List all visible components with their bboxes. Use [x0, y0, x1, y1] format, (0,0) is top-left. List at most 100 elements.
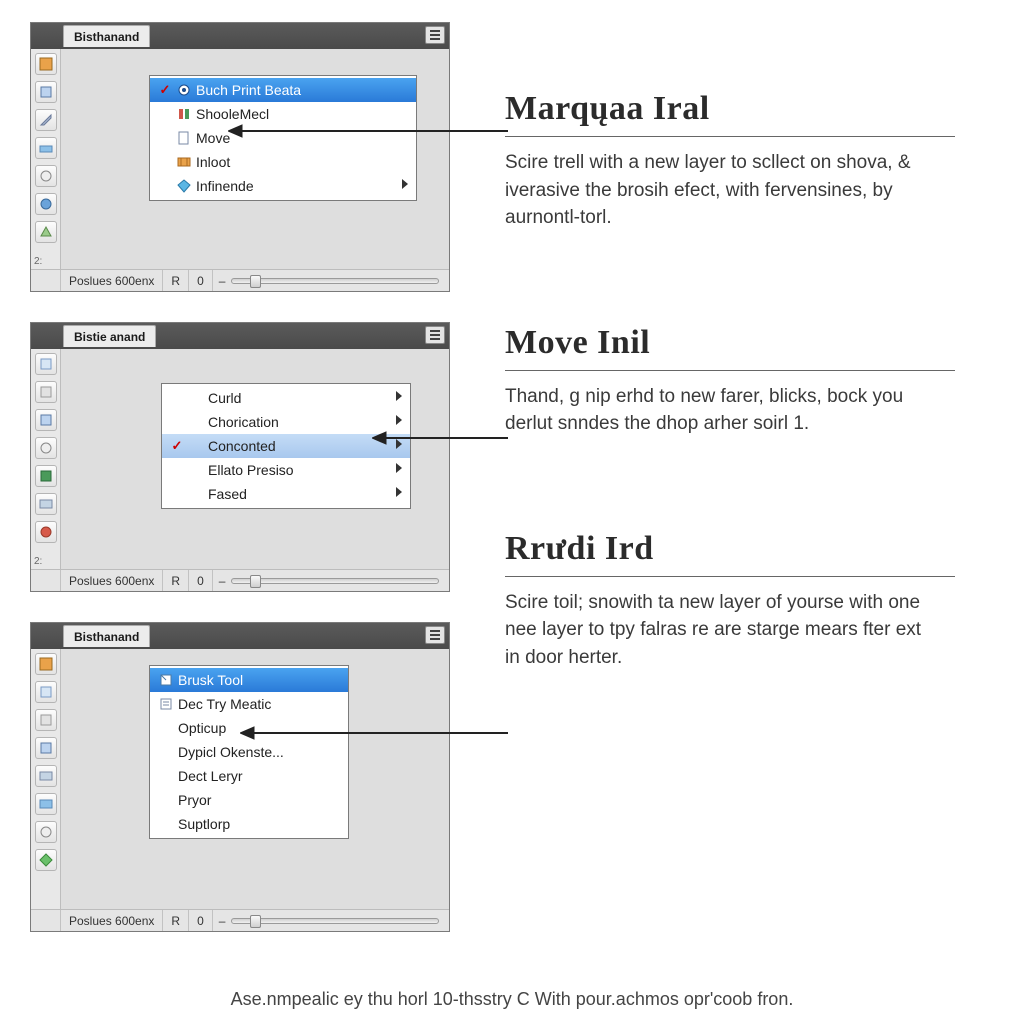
menu-item[interactable]: ✓ Buch Print Beata — [150, 78, 416, 102]
tool-icon[interactable] — [35, 353, 57, 375]
dropdown-menu: Brusk Tool Dec Try Meatic Opticup Dypicl… — [149, 665, 349, 839]
menu-item-label: Curld — [206, 390, 390, 406]
tool-icon[interactable] — [35, 109, 57, 131]
divider — [505, 576, 955, 577]
zoom-slider[interactable]: – — [213, 574, 449, 588]
info-title: Marqųaa Iral — [505, 90, 955, 128]
menu-item-label: Dypicl Okenste... — [176, 744, 328, 760]
tool-icon[interactable] — [35, 737, 57, 759]
panel-tab[interactable]: Bisthanand — [63, 625, 150, 647]
divider — [505, 136, 955, 137]
menu-item[interactable]: Ellato Presiso — [162, 458, 410, 482]
info-title: Rrưdi Ird — [505, 530, 955, 568]
tool-icon[interactable] — [35, 221, 57, 243]
status-mid: R — [163, 910, 189, 931]
submenu-arrow-icon — [396, 463, 402, 473]
tool-icon[interactable] — [35, 793, 57, 815]
tool-icon[interactable] — [35, 681, 57, 703]
arrow-3 — [240, 726, 508, 740]
toolbar — [31, 349, 61, 569]
tool-icon[interactable] — [35, 81, 57, 103]
menu-item[interactable]: ShooleMecl — [150, 102, 416, 126]
menu-item[interactable]: Suptlorp — [150, 812, 348, 836]
panel-1: Bisthanand 2: Poslues 600enx R 0 – — [30, 22, 450, 292]
corner-number: 2: — [34, 556, 42, 567]
menu-item-label: Conconted — [206, 438, 390, 454]
menu-item-label: Inloot — [194, 154, 396, 170]
menu-item[interactable]: Dec Try Meatic — [150, 692, 348, 716]
panel-tab[interactable]: Bisthanand — [63, 25, 150, 47]
menu-item[interactable]: Inloot — [150, 150, 416, 174]
tool-icon[interactable] — [35, 765, 57, 787]
status-mid: R — [163, 570, 189, 591]
tool-icon[interactable] — [35, 437, 57, 459]
tool-icon[interactable] — [35, 53, 57, 75]
tool-icon[interactable] — [35, 709, 57, 731]
menu-item[interactable]: Pryor — [150, 788, 348, 812]
menu-item[interactable]: Infinende — [150, 174, 416, 198]
footnote: Ase.nmpealic ey thu horl 10-thsstry C Wi… — [0, 989, 1024, 1010]
info-title: Move Inil — [505, 324, 955, 362]
tool-icon[interactable] — [35, 653, 57, 675]
panels-column: Bisthanand 2: Poslues 600enx R 0 – — [30, 22, 450, 962]
menu-item[interactable]: Curld — [162, 386, 410, 410]
statusbar: Poslues 600enx R 0 – — [31, 269, 449, 291]
corner-number: 2: — [34, 256, 42, 267]
tool-icon[interactable] — [35, 165, 57, 187]
panel-menu-button[interactable] — [425, 26, 445, 44]
diamond-icon — [174, 179, 194, 193]
info-body: Scire trell with a new layer to scllect … — [505, 149, 925, 232]
toolbar — [31, 649, 61, 909]
menu-item[interactable]: Fased — [162, 482, 410, 506]
tool-icon[interactable] — [35, 381, 57, 403]
statusbar: Poslues 600enx R 0 – — [31, 569, 449, 591]
film-icon — [174, 155, 194, 169]
menu-item-label: Ellato Presiso — [206, 462, 390, 478]
tool-icon[interactable] — [35, 821, 57, 843]
zoom-slider[interactable]: – — [213, 914, 449, 928]
info-column: Marqųaa Iral Scire trell with a new laye… — [505, 90, 955, 763]
check-icon: ✓ — [168, 438, 186, 454]
info-body: Scire toil; snowith ta new layer of your… — [505, 589, 925, 672]
titlebar: Bisthanand — [31, 623, 449, 649]
status-left: Poslues 600enx — [61, 570, 163, 591]
status-val: 0 — [189, 910, 213, 931]
menu-item-label: Brusk Tool — [176, 672, 328, 688]
list-icon — [156, 697, 176, 711]
menu-item-label: Dec Try Meatic — [176, 696, 328, 712]
tool-icon[interactable] — [35, 137, 57, 159]
target-icon — [174, 83, 194, 97]
tool-icon[interactable] — [35, 493, 57, 515]
panel-tab[interactable]: Bistie anand — [63, 325, 156, 347]
panel-3: Bisthanand Poslues 600enx R 0 – — [30, 622, 450, 932]
menu-item-label: Chorication — [206, 414, 390, 430]
submenu-arrow-icon — [396, 415, 402, 425]
check-icon: ✓ — [156, 82, 174, 98]
panel-menu-button[interactable] — [425, 626, 445, 644]
menu-item[interactable]: Brusk Tool — [150, 668, 348, 692]
page-icon — [156, 673, 176, 687]
status-left: Poslues 600enx — [61, 910, 163, 931]
panel-menu-button[interactable] — [425, 326, 445, 344]
status-left: Poslues 600enx — [61, 270, 163, 291]
menu-item-label: ShooleMecl — [194, 106, 396, 122]
submenu-arrow-icon — [396, 487, 402, 497]
menu-item[interactable]: Dect Leryr — [150, 764, 348, 788]
menu-item-label: Infinende — [194, 178, 396, 194]
menu-item-label: Dect Leryr — [176, 768, 328, 784]
panel-2: Bistie anand 2: Poslues 600enx R 0 – — [30, 322, 450, 592]
menu-item[interactable]: Dypicl Okenste... — [150, 740, 348, 764]
info-body: Thand, g nip erhd to new farer, blicks, … — [505, 383, 925, 438]
titlebar: Bisthanand — [31, 23, 449, 49]
tool-icon[interactable] — [35, 521, 57, 543]
tool-icon[interactable] — [35, 849, 57, 871]
menu-item-label: Buch Print Beata — [194, 82, 396, 98]
shape-icon — [174, 107, 194, 121]
divider — [505, 370, 955, 371]
arrow-2 — [372, 431, 508, 445]
tool-icon[interactable] — [35, 193, 57, 215]
tool-icon[interactable] — [35, 409, 57, 431]
dropdown-menu: ✓ Buch Print Beata ShooleMecl Move — [149, 75, 417, 201]
zoom-slider[interactable]: – — [213, 274, 449, 288]
tool-icon[interactable] — [35, 465, 57, 487]
